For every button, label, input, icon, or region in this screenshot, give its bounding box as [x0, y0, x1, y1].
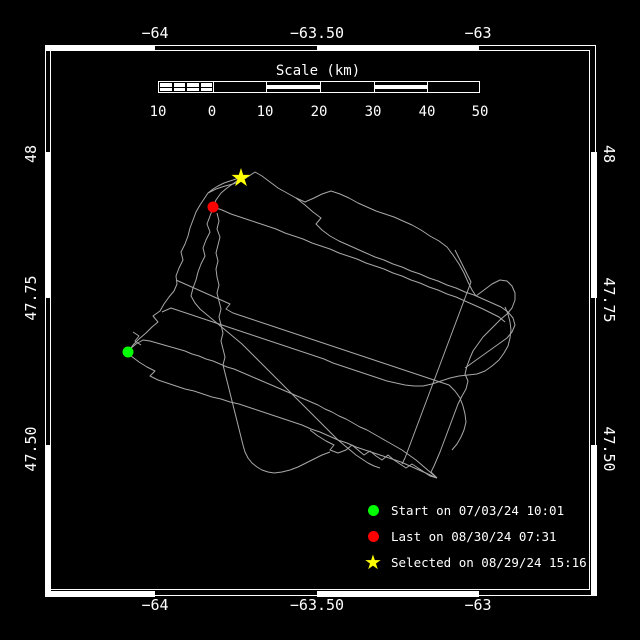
legend-dot	[368, 531, 379, 542]
last-position-marker	[208, 202, 219, 213]
legend-item: Last on 08/30/24 07:31	[362, 523, 587, 549]
track-polyline	[296, 198, 515, 368]
star-icon: ★	[362, 556, 384, 568]
track-polyline	[431, 280, 515, 478]
track-polyline	[213, 207, 505, 322]
track-polyline	[310, 430, 437, 478]
legend: Start on 07/03/24 10:01 Last on 08/30/24 …	[362, 497, 587, 575]
legend-dot	[368, 505, 379, 516]
legend-star: ★	[364, 556, 382, 568]
start-position-marker	[123, 347, 134, 358]
legend-label: Selected on 08/29/24 15:16	[391, 555, 587, 570]
dot-icon	[362, 505, 384, 516]
legend-item: Start on 07/03/24 10:01	[362, 497, 587, 523]
track-polyline	[208, 172, 476, 296]
legend-label: Start on 07/03/24 10:01	[391, 503, 564, 518]
track-polyline	[216, 213, 330, 473]
dot-icon	[362, 531, 384, 542]
track-polyline	[176, 280, 466, 450]
legend-item: ★ Selected on 08/29/24 15:16	[362, 549, 587, 575]
track-polyline	[131, 356, 437, 478]
track-map-plot: −64−63.50−63 −64−63.50−63 4847.7547.50 4…	[0, 0, 640, 640]
legend-label: Last on 08/30/24 07:31	[391, 529, 557, 544]
track-polyline	[162, 307, 511, 386]
track-polyline	[402, 250, 471, 464]
